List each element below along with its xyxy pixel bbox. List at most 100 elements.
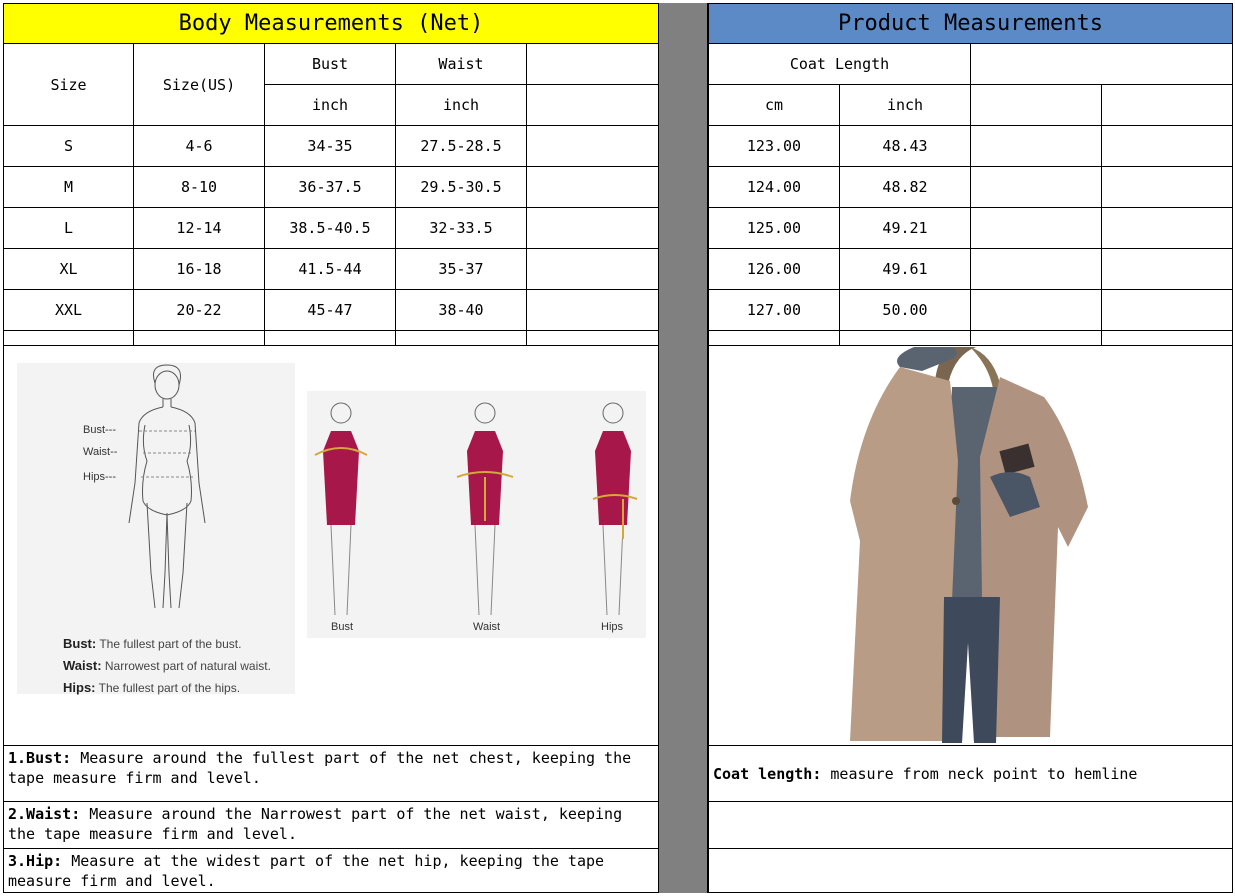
table-row-inch: 49.61 bbox=[839, 248, 971, 290]
table-row-waist: 29.5-30.5 bbox=[395, 166, 527, 208]
waist-unit: inch bbox=[395, 84, 527, 126]
waist-header: Waist bbox=[395, 43, 527, 85]
table-row-inch: 48.43 bbox=[839, 125, 971, 167]
cm-unit: cm bbox=[708, 84, 840, 126]
table-row-empty bbox=[526, 207, 659, 249]
note-hip: 3.Hip: Measure at the widest part of the… bbox=[3, 848, 659, 893]
body-measurements-title: Body Measurements (Net) bbox=[3, 3, 659, 44]
def-term: Hips: bbox=[63, 680, 96, 695]
note-term: 2.Waist: bbox=[8, 805, 81, 823]
blank-row bbox=[1101, 330, 1233, 346]
blank-row bbox=[970, 330, 1102, 346]
note-waist: 2.Waist: Measure around the Narrowest pa… bbox=[3, 801, 659, 849]
table-row-waist: 27.5-28.5 bbox=[395, 125, 527, 167]
note-text: Measure at the widest part of the net hi… bbox=[8, 852, 605, 890]
table-row-cm: 123.00 bbox=[708, 125, 840, 167]
dress-guide-panel: Bust Waist Hips bbox=[307, 391, 646, 638]
table-row-cm: 125.00 bbox=[708, 207, 840, 249]
blank-row bbox=[839, 330, 971, 346]
note-term: Coat length: bbox=[713, 764, 822, 783]
table-row-empty bbox=[970, 166, 1102, 208]
note-term: 3.Hip: bbox=[8, 852, 63, 870]
table-row-waist: 38-40 bbox=[395, 289, 527, 331]
caption-waist: Waist bbox=[473, 621, 501, 633]
table-row-waist: 32-33.5 bbox=[395, 207, 527, 249]
blank-row bbox=[133, 330, 265, 346]
table-row-bust: 45-47 bbox=[264, 289, 396, 331]
table-row-empty bbox=[1101, 289, 1233, 331]
table-row-bust: 36-37.5 bbox=[264, 166, 396, 208]
body-outline-illustration bbox=[128, 364, 206, 609]
empty-note-row bbox=[708, 801, 1233, 849]
table-row-bust: 34-35 bbox=[264, 125, 396, 167]
empty-header-cell bbox=[526, 43, 659, 85]
size-us-header: Size(US) bbox=[133, 43, 265, 126]
size-header: Size bbox=[3, 43, 134, 126]
table-row-us: 4-6 bbox=[133, 125, 265, 167]
dress-figure-bust bbox=[314, 402, 368, 616]
table-row-size: L bbox=[3, 207, 134, 249]
table-row-empty bbox=[1101, 125, 1233, 167]
table-row-empty bbox=[1101, 207, 1233, 249]
dress-figure-hips bbox=[592, 402, 638, 616]
table-row-empty bbox=[526, 289, 659, 331]
table-row-size: S bbox=[3, 125, 134, 167]
blank-row bbox=[264, 330, 396, 346]
dress-figure-waist bbox=[456, 402, 514, 616]
table-row-size: M bbox=[3, 166, 134, 208]
table-row-inch: 50.00 bbox=[839, 289, 971, 331]
blank-row bbox=[708, 330, 840, 346]
measurement-definitions: Bust: The fullest part of the bust. Wais… bbox=[63, 633, 293, 699]
table-row-bust: 38.5-40.5 bbox=[264, 207, 396, 249]
table-row-empty bbox=[970, 289, 1102, 331]
table-row-empty bbox=[1101, 166, 1233, 208]
note-text: Measure around the fullest part of the n… bbox=[8, 749, 632, 787]
body-outline-panel: Bust--- Waist-- Hips--- Bust: The fulles… bbox=[17, 363, 295, 695]
empty-unit-cell bbox=[1101, 84, 1233, 126]
empty-unit-cell bbox=[526, 84, 659, 126]
def-term: Bust: bbox=[63, 636, 97, 651]
blank-row bbox=[395, 330, 527, 346]
table-row-empty bbox=[970, 125, 1102, 167]
table-row-empty bbox=[1101, 248, 1233, 290]
table-row-us: 12-14 bbox=[133, 207, 265, 249]
table-row-cm: 126.00 bbox=[708, 248, 840, 290]
caption-hips: Hips bbox=[601, 621, 624, 633]
caption-bust: Bust bbox=[331, 621, 354, 633]
table-row-size: XL bbox=[3, 248, 134, 290]
def-text: The fullest part of the hips. bbox=[98, 681, 241, 695]
def-term: Waist: bbox=[63, 658, 102, 673]
inch-unit: inch bbox=[839, 84, 971, 126]
note-coat-length: Coat length: measure from neck point to … bbox=[708, 745, 1233, 802]
note-bust: 1.Bust: Measure around the fullest part … bbox=[3, 745, 659, 802]
product-measurements-title: Product Measurements bbox=[708, 3, 1233, 44]
table-row-empty bbox=[970, 207, 1102, 249]
note-text: Measure around the Narrowest part of the… bbox=[8, 805, 623, 843]
def-text: The fullest part of the bust. bbox=[99, 637, 242, 651]
bust-header: Bust bbox=[264, 43, 396, 85]
table-row-cm: 124.00 bbox=[708, 166, 840, 208]
dress-figures-illustration bbox=[314, 402, 638, 616]
empty-header-cell bbox=[970, 43, 1233, 85]
table-row-waist: 35-37 bbox=[395, 248, 527, 290]
bust-unit: inch bbox=[264, 84, 396, 126]
column-separator bbox=[658, 3, 708, 893]
coat-length-header: Coat Length bbox=[708, 43, 971, 85]
def-text: Narrowest part of natural waist. bbox=[104, 659, 271, 673]
table-row-us: 8-10 bbox=[133, 166, 265, 208]
hips-label: Hips--- bbox=[83, 471, 116, 483]
note-term: 1.Bust: bbox=[8, 749, 72, 767]
table-row-size: XXL bbox=[3, 289, 134, 331]
table-row-us: 16-18 bbox=[133, 248, 265, 290]
table-row-us: 20-22 bbox=[133, 289, 265, 331]
empty-note-row bbox=[708, 848, 1233, 893]
table-row-bust: 41.5-44 bbox=[264, 248, 396, 290]
note-text: measure from neck point to hemline bbox=[821, 764, 1138, 783]
table-row-cm: 127.00 bbox=[708, 289, 840, 331]
waist-label: Waist-- bbox=[83, 446, 118, 458]
blank-row bbox=[3, 330, 134, 346]
table-row-inch: 48.82 bbox=[839, 166, 971, 208]
table-row-inch: 49.21 bbox=[839, 207, 971, 249]
table-row-empty bbox=[526, 248, 659, 290]
table-row-empty bbox=[526, 125, 659, 167]
